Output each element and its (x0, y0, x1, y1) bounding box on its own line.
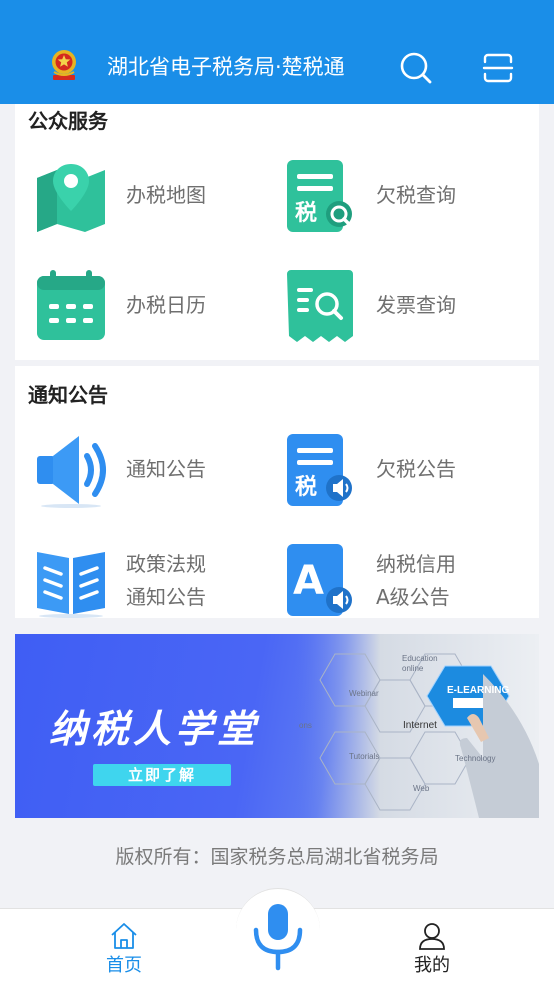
open-book-icon (37, 552, 105, 618)
taxpayer-school-banner[interactable]: 纳税人学堂 立即了解 Education online E-LEARNING W… (15, 634, 539, 818)
tax-arrears-announcement-label: 欠税公告 (376, 457, 456, 481)
art-word-education: Education online (402, 654, 438, 673)
invoice-query-label: 发票查询 (376, 293, 456, 317)
user-icon (419, 923, 445, 950)
policy-notice-label-line2: 通知公告 (126, 585, 206, 609)
tax-emblem-logo (52, 50, 76, 80)
app-header: 湖北省电子税务局·楚税通 (0, 0, 554, 104)
tax-announcement-icon: 税 (287, 434, 352, 506)
invoice-query-item[interactable]: 发票查询 (265, 262, 515, 350)
scan-button[interactable] (478, 48, 518, 88)
scan-icon (482, 53, 514, 83)
notices-section: 通知公告 通知公告 税 欠税公告 政策法规 通知公告 A 纳税信用 A级公告 (15, 366, 539, 618)
art-word-technology: Technology (455, 754, 496, 763)
learn-more-button[interactable]: 立即了解 (93, 764, 231, 786)
art-word-internet: Internet (403, 720, 437, 731)
tax-map-label: 办税地图 (126, 183, 206, 207)
public-services-section: 公众服务 办税地图 税 欠税查询 办税日历 发票查询 (15, 104, 539, 360)
svg-text:税: 税 (295, 200, 317, 226)
banner-title: 纳税人学堂 (49, 707, 260, 751)
banner-art-labels: Education online E-LEARNING Webinar Inte… (295, 634, 539, 818)
tax-calendar-label: 办税日历 (126, 293, 206, 317)
tax-document-search-icon: 税 (287, 160, 353, 232)
art-word-web: Web (413, 784, 430, 793)
tax-arrears-query-label: 欠税查询 (376, 183, 456, 207)
art-word-elearning: E-LEARNING (447, 685, 510, 696)
credit-a-announcement-label-line2: A级公告 (376, 585, 450, 609)
tax-arrears-announcement-item[interactable]: 税 欠税公告 (265, 426, 515, 514)
tab-mine-label: 我的 (414, 955, 450, 976)
policy-notice-label-line1: 政策法规 (126, 552, 206, 576)
svg-text:A: A (293, 558, 324, 604)
credit-a-announcement-icon: A (287, 544, 352, 616)
tab-home-label: 首页 (106, 955, 142, 976)
copyright-text: 版权所有：国家税务总局湖北省税务局 (115, 846, 439, 868)
microphone-icon[interactable] (248, 900, 308, 974)
notice-announcement-label: 通知公告 (126, 457, 206, 481)
credit-a-announcement-item[interactable]: A 纳税信用 A级公告 (265, 536, 515, 624)
calendar-icon (37, 270, 105, 340)
tax-map-item[interactable]: 办税地图 (15, 152, 265, 240)
svg-text:税: 税 (295, 474, 317, 500)
section-title: 通知公告 (28, 383, 108, 407)
art-word-ons: ons (299, 721, 312, 730)
invoice-search-icon (287, 270, 353, 342)
credit-a-announcement-label: 纳税信用 A级公告 (376, 548, 456, 614)
speaker-icon (37, 436, 106, 508)
policy-notice-label: 政策法规 通知公告 (126, 548, 206, 614)
search-icon (400, 52, 432, 84)
art-word-tutorials: Tutorials (349, 752, 380, 761)
tax-arrears-query-item[interactable]: 税 欠税查询 (265, 152, 515, 240)
section-title: 公众服务 (28, 109, 108, 133)
map-pin-icon (37, 164, 105, 232)
home-icon (111, 923, 137, 949)
tax-calendar-item[interactable]: 办税日历 (15, 262, 265, 350)
tab-home[interactable]: 首页 (79, 921, 169, 983)
credit-a-announcement-label-line1: 纳税信用 (376, 552, 456, 576)
tab-mine[interactable]: 我的 (387, 921, 477, 983)
app-title: 湖北省电子税务局·楚税通 (107, 55, 345, 79)
policy-notice-item[interactable]: 政策法规 通知公告 (15, 536, 265, 624)
notice-announcement-item[interactable]: 通知公告 (15, 426, 265, 514)
search-button[interactable] (396, 48, 436, 88)
art-word-webinar: Webinar (349, 689, 379, 698)
